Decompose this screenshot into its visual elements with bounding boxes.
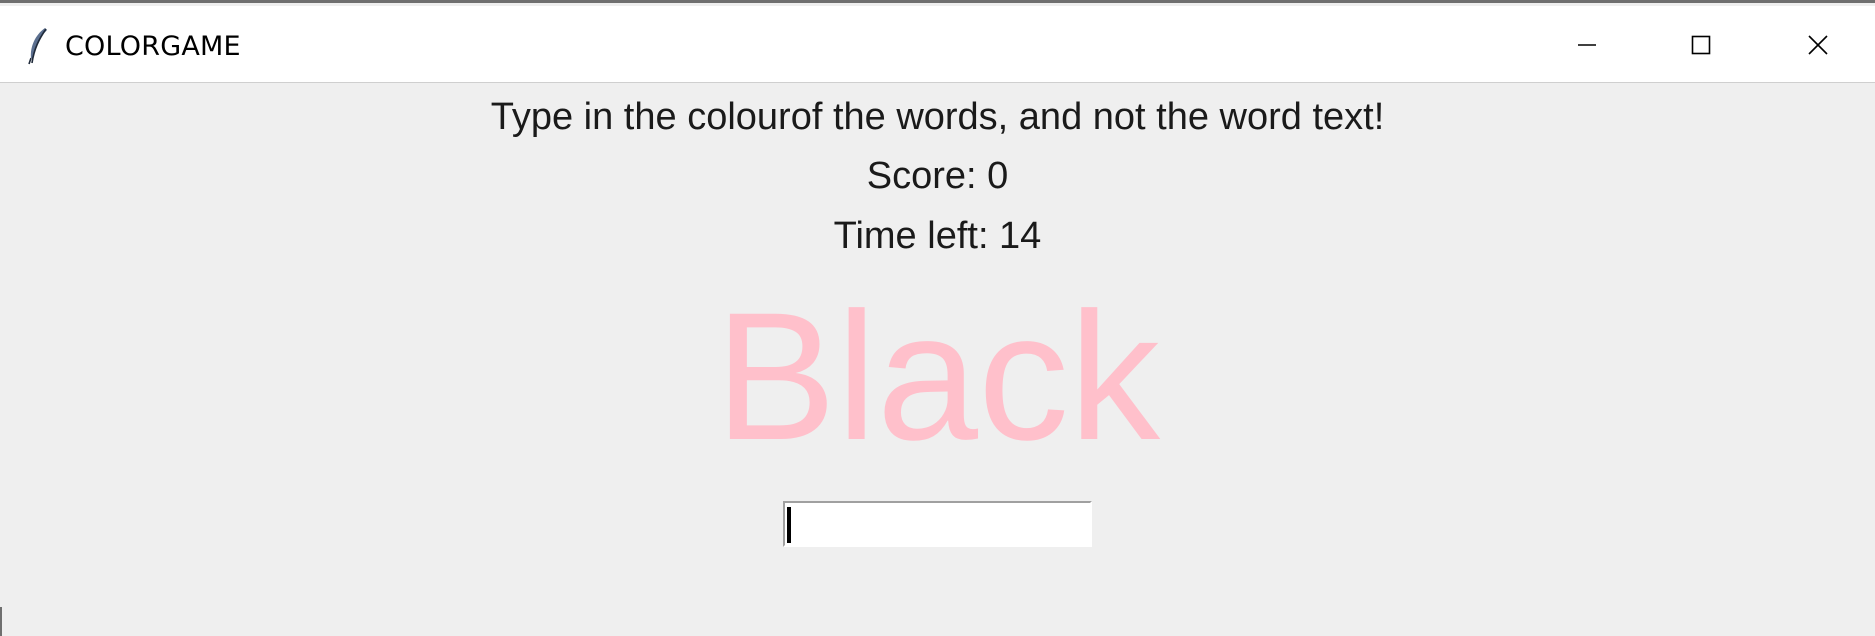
app-window: COLORGAME Type in the colourof the words…: [0, 0, 1875, 636]
maximize-icon: [1691, 35, 1711, 54]
title-bar[interactable]: COLORGAME: [0, 6, 1875, 83]
feather-icon: [28, 28, 47, 65]
minimize-icon: [1578, 43, 1596, 46]
colour-word-label: Black: [714, 274, 1161, 478]
window-edge: [0, 607, 2, 636]
window-title: COLORGAME: [65, 31, 241, 62]
close-button[interactable]: [1761, 6, 1875, 83]
game-area: Type in the colourof the words, and not …: [0, 83, 1875, 636]
minimize-button[interactable]: [1530, 6, 1644, 83]
close-icon: [1808, 34, 1828, 55]
text-cursor: [787, 507, 791, 543]
score-label: Score: 0: [866, 155, 1009, 197]
instructions-label: Type in the colourof the words, and not …: [490, 96, 1385, 138]
colour-entry-field[interactable]: [783, 501, 1092, 547]
time-left-label: Time left: 14: [833, 215, 1042, 257]
maximize-button[interactable]: [1644, 6, 1758, 83]
